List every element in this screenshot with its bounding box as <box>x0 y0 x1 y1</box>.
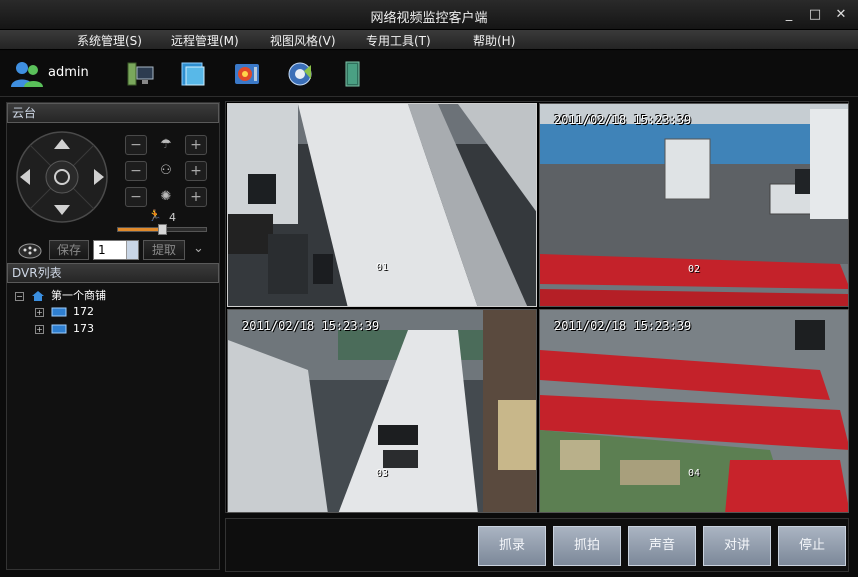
zoom-icon: ☂ <box>160 137 172 152</box>
preset-save-button[interactable]: 保存 <box>49 240 89 260</box>
camera-timestamp-2: 2011/02/18 15:23:39 <box>554 113 692 127</box>
exit-door-icon[interactable] <box>338 59 368 89</box>
camera-view-3[interactable]: 2011/02/18 15:23:39 03 <box>227 309 537 513</box>
camera-number-3: 03 <box>376 468 389 479</box>
stop-button[interactable]: 停止 <box>778 526 846 566</box>
iris-icon: ✺ <box>160 189 172 204</box>
camera-number-1: 01 <box>376 262 389 273</box>
users-icon <box>11 62 43 87</box>
snapshot-button[interactable]: 抓拍 <box>553 526 621 566</box>
iris-open-button[interactable]: + <box>185 187 207 207</box>
left-panel: 云台 − ☂ + − ⚇ + − ✺ + 🏃 4 保存 1 提取 ⌄ DVR列表… <box>6 102 220 570</box>
collapse-icon[interactable]: − <box>15 291 24 301</box>
camera-number-4: 04 <box>688 468 701 479</box>
speed-runner-icon: 🏃 <box>148 209 162 222</box>
camera-feed-4-image <box>540 310 848 512</box>
window-layout-icon[interactable] <box>178 59 208 89</box>
record-button[interactable]: 抓录 <box>478 526 546 566</box>
camera-timestamp-4: 2011/02/18 15:23:39 <box>554 319 692 333</box>
maximize-button[interactable]: □ <box>806 7 824 23</box>
focus-icon: ⚇ <box>160 163 172 178</box>
camera-view-1[interactable]: 01 <box>227 103 537 307</box>
home-icon <box>31 291 44 301</box>
camera-view-2[interactable]: 2011/02/18 15:23:39 02 <box>539 103 849 307</box>
title-bar: 网络视频监控客户端 _ □ ✕ <box>0 0 858 30</box>
ptz-direction-pad <box>16 131 108 223</box>
camera-view-4[interactable]: 2011/02/18 15:23:39 04 <box>539 309 849 513</box>
menu-tools[interactable]: 专用工具(T) <box>366 32 431 49</box>
iris-close-button[interactable]: − <box>125 187 147 207</box>
toolbar: admin <box>0 51 858 97</box>
window-title: 网络视频监控客户端 <box>370 11 488 26</box>
preset-cruise-icon[interactable] <box>17 241 43 259</box>
focus-near-button[interactable]: − <box>125 161 147 181</box>
zoom-in-button[interactable]: + <box>185 135 207 155</box>
expand-icon[interactable]: + <box>35 307 44 317</box>
camera-timestamp-3: 2011/02/18 15:23:39 <box>242 319 380 333</box>
close-button[interactable]: ✕ <box>832 7 850 23</box>
minimize-button[interactable]: _ <box>780 7 798 23</box>
dvr-device-icon <box>51 324 66 334</box>
dvr-device-icon <box>51 307 66 317</box>
tree-device-label: 173 <box>73 322 94 335</box>
video-grid: 01 2011/02/18 15:23:39 02 2011/02/18 15:… <box>225 101 849 513</box>
focus-far-button[interactable]: + <box>185 161 207 181</box>
preset-number-input[interactable]: 1 <box>93 240 139 260</box>
playback-icon[interactable] <box>232 59 262 89</box>
zoom-out-button[interactable]: − <box>125 135 147 155</box>
camera-feed-2-image <box>540 104 848 306</box>
media-player-icon[interactable] <box>285 59 315 89</box>
action-bar: 抓录 抓拍 声音 对讲 停止 <box>225 518 849 572</box>
tree-device-173[interactable]: + 173 <box>35 322 94 338</box>
camera-feed-1-image <box>228 104 536 306</box>
ptz-header: 云台 <box>7 103 219 123</box>
ptz-speed-thumb[interactable] <box>158 224 167 235</box>
camera-feed-3-image <box>228 310 536 512</box>
camera-number-2: 02 <box>688 264 701 275</box>
tree-device-label: 172 <box>73 305 94 318</box>
menu-remote[interactable]: 远程管理(M) <box>171 32 239 49</box>
collapse-chevron-icon[interactable]: ⌄ <box>193 241 204 256</box>
ptz-speed-value: 4 <box>169 211 176 224</box>
talk-button[interactable]: 对讲 <box>703 526 771 566</box>
ptz-speed-fill <box>118 228 162 231</box>
username: admin <box>48 65 89 80</box>
preset-spin-button[interactable] <box>126 241 138 259</box>
ptz-speed-slider[interactable] <box>117 224 207 235</box>
menu-bar: 系统管理(S) 远程管理(M) 视图风格(V) 专用工具(T) 帮助(H) <box>0 30 858 50</box>
audio-button[interactable]: 声音 <box>628 526 696 566</box>
dvr-list-header: DVR列表 <box>7 263 219 283</box>
preset-call-button[interactable]: 提取 <box>143 240 185 260</box>
preset-row: 保存 1 提取 ⌄ <box>7 239 219 261</box>
tree-root-label: 第一个商铺 <box>51 289 106 302</box>
preset-number-value: 1 <box>98 243 106 257</box>
tree-device-172[interactable]: + 172 <box>35 305 94 321</box>
monitor-icon[interactable] <box>125 59 155 89</box>
menu-help[interactable]: 帮助(H) <box>473 32 515 49</box>
expand-icon[interactable]: + <box>35 324 44 334</box>
menu-system[interactable]: 系统管理(S) <box>77 32 142 49</box>
menu-view[interactable]: 视图风格(V) <box>270 32 336 49</box>
tree-root[interactable]: − 第一个商铺 <box>15 287 106 303</box>
